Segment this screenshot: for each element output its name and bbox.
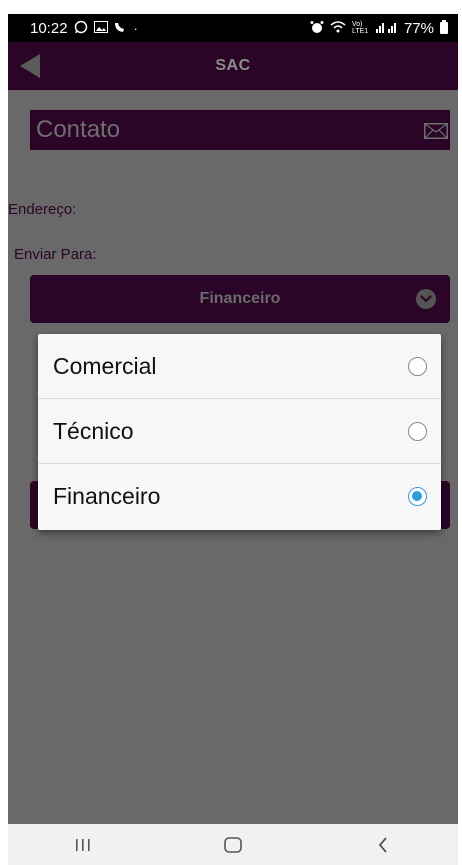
address-label: Endereço: (8, 201, 77, 218)
send-to-label: Enviar Para: (14, 246, 97, 263)
option-financeiro[interactable]: Financeiro (38, 464, 441, 529)
status-bar: 10:22 · Vo) LTE1 77% (8, 14, 458, 42)
call-forward-icon (114, 21, 128, 35)
home-button[interactable] (203, 830, 263, 860)
mail-icon (424, 123, 448, 144)
back-button[interactable] (353, 830, 413, 860)
option-tecnico[interactable]: Técnico (38, 399, 441, 464)
app-bar: SAC (8, 42, 458, 90)
phone-screen: 10:22 · Vo) LTE1 77% SAC Contato Endereç… (8, 14, 458, 824)
dot-icon: · (133, 20, 138, 36)
wifi-icon (330, 21, 346, 35)
alarm-icon (310, 20, 324, 36)
option-label: Comercial (53, 352, 157, 379)
battery-icon (440, 20, 448, 34)
battery-percent: 77% (403, 19, 434, 37)
option-label: Técnico (53, 417, 134, 444)
radio-checked-icon[interactable] (408, 487, 427, 506)
recent-apps-button[interactable] (53, 830, 113, 860)
radio-unchecked-icon[interactable] (408, 422, 427, 441)
send-to-select[interactable]: Financeiro (30, 275, 450, 323)
contact-header: Contato (30, 110, 450, 150)
page-title: SAC (215, 57, 251, 74)
select-value: Financeiro (199, 290, 281, 307)
contact-title: Contato (36, 116, 121, 143)
gallery-icon (93, 21, 108, 35)
status-time: 10:22 (30, 19, 68, 37)
options-dialog: Comercial Técnico Financeiro (38, 334, 441, 530)
system-nav-bar (8, 824, 458, 865)
main-content: Contato Endereço: Enviar Para: Financeir… (8, 90, 458, 824)
status-right: Vo) LTE1 77% (310, 20, 448, 37)
option-comercial[interactable]: Comercial (38, 334, 441, 399)
status-left: 10:22 · (30, 20, 138, 37)
whatsapp-icon (74, 20, 88, 36)
chevron-down-icon (416, 289, 436, 309)
option-label: Financeiro (53, 483, 161, 509)
lte-icon: Vo) LTE1 (351, 21, 369, 35)
signal-icon (375, 21, 398, 35)
back-arrow-icon[interactable] (20, 54, 40, 78)
radio-unchecked-icon[interactable] (408, 357, 427, 376)
